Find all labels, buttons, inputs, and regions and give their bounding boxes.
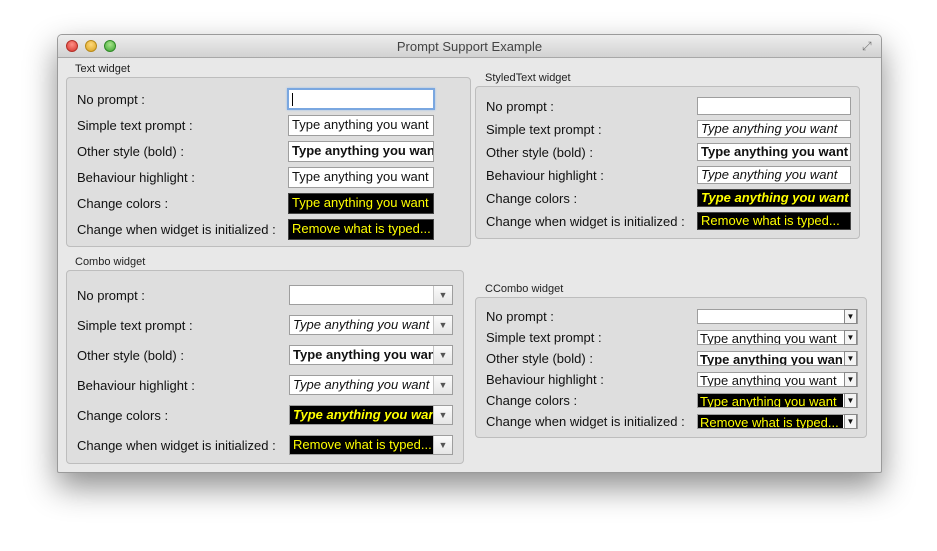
text-highlight-field[interactable]: Type anything you want bbox=[288, 167, 434, 188]
ccombo-init-label: Change when widget is initialized : bbox=[486, 414, 685, 429]
combo-no-prompt-text[interactable] bbox=[290, 286, 433, 304]
styled-highlight-field[interactable]: Type anything you want bbox=[697, 166, 851, 184]
text-no-prompt-field[interactable] bbox=[287, 88, 435, 110]
ccombo-widget-title: CCombo widget bbox=[485, 283, 564, 295]
ccombo-simple-text[interactable]: Type anything you want bbox=[698, 331, 843, 344]
combo-highlight[interactable]: Type anything you want ▼ bbox=[289, 375, 453, 395]
combo-no-prompt-label: No prompt : bbox=[77, 288, 145, 303]
ccombo-widget-group: No prompt : ▼ Simple text prompt : Type … bbox=[475, 297, 867, 438]
ccombo-highlight[interactable]: Type anything you want ▼ bbox=[697, 372, 858, 387]
ccombo-colors-label: Change colors : bbox=[486, 393, 578, 408]
ccombo-no-prompt-text[interactable] bbox=[698, 310, 843, 323]
ccombo-bold-text[interactable]: Type anything you want bbox=[698, 352, 843, 365]
text-init-label: Change when widget is initialized : bbox=[77, 222, 276, 237]
styled-no-prompt-field[interactable] bbox=[697, 97, 851, 115]
combo-no-prompt[interactable]: ▼ bbox=[289, 285, 453, 305]
text-colors-label: Change colors : bbox=[77, 196, 169, 211]
styledtext-widget-group: No prompt : Simple text prompt : Type an… bbox=[475, 86, 860, 239]
combo-colors[interactable]: Type anything you want ▼ bbox=[289, 405, 453, 425]
styled-bold-field[interactable]: Type anything you want bbox=[697, 143, 851, 161]
ccombo-simple[interactable]: Type anything you want ▼ bbox=[697, 330, 858, 345]
combo-bold-label: Other style (bold) : bbox=[77, 348, 184, 363]
combo-bold-text[interactable]: Type anything you want bbox=[290, 346, 433, 364]
chevron-down-icon[interactable]: ▼ bbox=[433, 436, 452, 454]
text-simple-label: Simple text prompt : bbox=[77, 118, 193, 133]
title-bar[interactable]: Prompt Support Example ⤢ bbox=[58, 35, 881, 58]
combo-bold[interactable]: Type anything you want ▼ bbox=[289, 345, 453, 365]
chevron-down-icon[interactable]: ▼ bbox=[844, 393, 857, 408]
styled-colors-field[interactable]: Type anything you want bbox=[697, 189, 851, 207]
combo-init[interactable]: Remove what is typed... ▼ bbox=[289, 435, 453, 455]
text-no-prompt-label: No prompt : bbox=[77, 92, 145, 107]
styledtext-widget-title: StyledText widget bbox=[485, 72, 571, 84]
chevron-down-icon[interactable]: ▼ bbox=[433, 406, 452, 424]
text-bold-label: Other style (bold) : bbox=[77, 144, 184, 159]
combo-widget-group: No prompt : ▼ Simple text prompt : Type … bbox=[66, 270, 464, 464]
fullscreen-icon[interactable]: ⤢ bbox=[862, 39, 876, 53]
combo-simple[interactable]: Type anything you want ▼ bbox=[289, 315, 453, 335]
combo-widget-title: Combo widget bbox=[75, 256, 146, 268]
ccombo-highlight-text[interactable]: Type anything you want bbox=[698, 373, 843, 386]
styled-init-field[interactable]: Remove what is typed... bbox=[697, 212, 851, 230]
styled-no-prompt-label: No prompt : bbox=[486, 99, 554, 114]
text-highlight-label: Behaviour highlight : bbox=[77, 170, 195, 185]
chevron-down-icon[interactable]: ▼ bbox=[433, 316, 452, 334]
combo-simple-label: Simple text prompt : bbox=[77, 318, 193, 333]
ccombo-no-prompt-label: No prompt : bbox=[486, 309, 554, 324]
ccombo-bold-label: Other style (bold) : bbox=[486, 351, 593, 366]
styled-init-label: Change when widget is initialized : bbox=[486, 214, 685, 229]
ccombo-colors-text[interactable]: Type anything you want bbox=[698, 394, 843, 407]
combo-highlight-label: Behaviour highlight : bbox=[77, 378, 195, 393]
combo-colors-text[interactable]: Type anything you want bbox=[290, 406, 433, 424]
text-init-field[interactable]: Remove what is typed... bbox=[288, 219, 434, 240]
styled-highlight-label: Behaviour highlight : bbox=[486, 168, 604, 183]
ccombo-simple-label: Simple text prompt : bbox=[486, 330, 602, 345]
chevron-down-icon[interactable]: ▼ bbox=[844, 309, 857, 324]
chevron-down-icon[interactable]: ▼ bbox=[844, 372, 857, 387]
ccombo-no-prompt[interactable]: ▼ bbox=[697, 309, 858, 324]
ccombo-init-text[interactable]: Remove what is typed... bbox=[698, 415, 843, 428]
combo-init-text[interactable]: Remove what is typed... bbox=[290, 436, 433, 454]
ccombo-highlight-label: Behaviour highlight : bbox=[486, 372, 604, 387]
styled-simple-label: Simple text prompt : bbox=[486, 122, 602, 137]
app-window: Prompt Support Example ⤢ Text widget No … bbox=[57, 34, 882, 473]
text-simple-field[interactable]: Type anything you want bbox=[288, 115, 434, 136]
styled-simple-field[interactable]: Type anything you want bbox=[697, 120, 851, 138]
text-bold-field[interactable]: Type anything you want bbox=[288, 141, 434, 162]
styled-colors-label: Change colors : bbox=[486, 191, 578, 206]
text-widget-title: Text widget bbox=[75, 63, 131, 75]
chevron-down-icon[interactable]: ▼ bbox=[433, 346, 452, 364]
text-colors-field[interactable]: Type anything you want bbox=[288, 193, 434, 214]
combo-colors-label: Change colors : bbox=[77, 408, 169, 423]
chevron-down-icon[interactable]: ▼ bbox=[844, 351, 857, 366]
combo-init-label: Change when widget is initialized : bbox=[77, 438, 276, 453]
ccombo-colors[interactable]: Type anything you want ▼ bbox=[697, 393, 858, 408]
window-title: Prompt Support Example bbox=[396, 39, 543, 54]
text-widget-group: No prompt : Simple text prompt : Type an… bbox=[66, 77, 471, 247]
ccombo-bold[interactable]: Type anything you want ▼ bbox=[697, 351, 858, 366]
styled-bold-label: Other style (bold) : bbox=[486, 145, 593, 160]
combo-simple-text[interactable]: Type anything you want bbox=[290, 316, 433, 334]
chevron-down-icon[interactable]: ▼ bbox=[433, 376, 452, 394]
chevron-down-icon[interactable]: ▼ bbox=[844, 330, 857, 345]
text-caret bbox=[292, 93, 293, 107]
combo-highlight-text[interactable]: Type anything you want bbox=[290, 376, 433, 394]
chevron-down-icon[interactable]: ▼ bbox=[844, 414, 857, 429]
ccombo-init[interactable]: Remove what is typed... ▼ bbox=[697, 414, 858, 429]
chevron-down-icon[interactable]: ▼ bbox=[433, 286, 452, 304]
